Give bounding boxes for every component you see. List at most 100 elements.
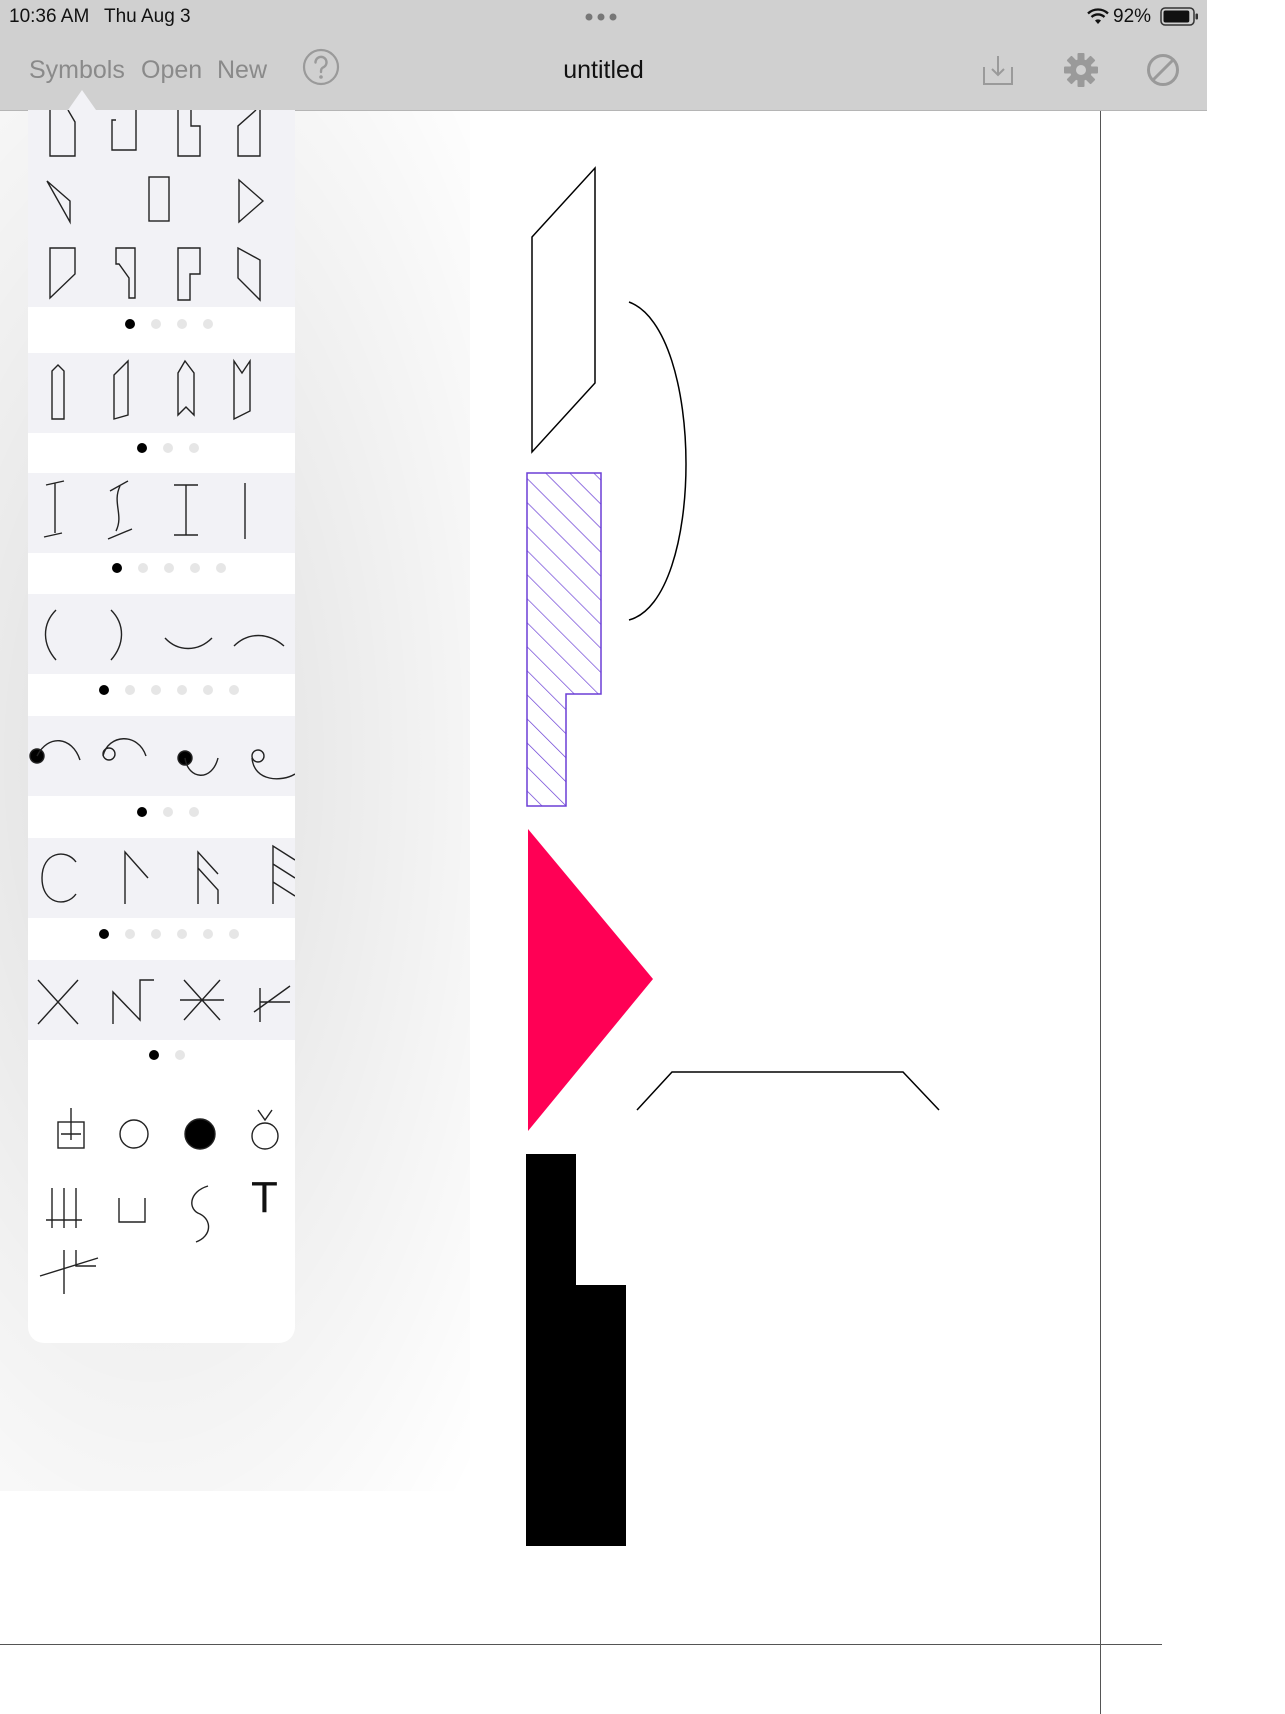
page-dot[interactable] [177, 319, 187, 329]
symbol-beam-i-slanted[interactable] [43, 480, 65, 538]
page-dot[interactable] [164, 563, 174, 573]
symbol-slash-cross[interactable] [253, 985, 291, 1022]
page-dot[interactable] [125, 929, 135, 939]
symbol-asterisk-cross[interactable] [180, 979, 224, 1021]
page-dot[interactable] [203, 685, 213, 695]
symbol-paren-right[interactable] [110, 609, 123, 661]
symbol-group-blocks [28, 110, 295, 307]
symbol-circle-filled[interactable] [184, 1118, 216, 1150]
symbol-ribbon-point[interactable] [177, 359, 195, 417]
symbol-block-notch-left[interactable] [111, 110, 137, 151]
symbol-circle-open[interactable] [119, 1119, 149, 1149]
page-dot[interactable] [177, 685, 187, 695]
symbol-ribbon-fold[interactable] [233, 358, 251, 421]
prohibit-icon[interactable] [1145, 52, 1181, 88]
symbol-arc-frown[interactable] [233, 634, 285, 647]
page-dot[interactable] [151, 685, 161, 695]
symbol-block-notch-bottom-left[interactable] [115, 247, 136, 299]
page-dot[interactable] [203, 929, 213, 939]
page-dot[interactable] [163, 807, 173, 817]
page-indicator-beams[interactable] [112, 563, 232, 575]
symbols-popover: T [28, 110, 295, 1343]
symbol-circle-accent[interactable] [251, 1109, 279, 1150]
symbol-s-curve[interactable] [191, 1185, 210, 1243]
page-dot[interactable] [112, 563, 122, 573]
gear-icon[interactable] [1063, 52, 1099, 88]
symbol-ribbon-slant[interactable] [113, 359, 129, 420]
page-dot[interactable] [125, 685, 135, 695]
download-tray-icon[interactable] [981, 53, 1015, 87]
page-indicator-ribbons[interactable] [137, 443, 217, 455]
symbol-text-tool[interactable]: T [251, 1176, 278, 1220]
page-dot[interactable] [203, 319, 213, 329]
page-indicator-crosses[interactable] [149, 1050, 209, 1062]
page-dot[interactable] [189, 807, 199, 817]
symbol-flag-single[interactable] [124, 850, 149, 904]
shape-arc-bracket[interactable] [628, 301, 687, 621]
page-dot[interactable] [99, 929, 109, 939]
popover-arrow [68, 90, 96, 110]
battery-icon [1160, 7, 1198, 26]
page-dot[interactable] [137, 443, 147, 453]
page-dot[interactable] [99, 685, 109, 695]
symbol-ribbon-straight[interactable] [51, 364, 65, 420]
symbol-hook-dot-down[interactable] [177, 750, 219, 776]
status-date: Thu Aug 3 [104, 6, 191, 27]
shape-filled-step-block[interactable] [526, 1154, 626, 1546]
symbol-beam-i[interactable] [174, 484, 198, 536]
page-indicator-hooks[interactable] [137, 807, 217, 819]
page-dot[interactable] [138, 563, 148, 573]
symbol-block-tall[interactable] [148, 176, 170, 222]
symbol-group-ribbons [28, 353, 295, 433]
symbol-x-cross[interactable] [37, 979, 79, 1025]
symbol-group-flags [28, 838, 295, 918]
page-dot[interactable] [216, 563, 226, 573]
page-dot[interactable] [229, 685, 239, 695]
symbol-triangle-right[interactable] [238, 178, 265, 224]
shape-hat-line[interactable] [636, 1071, 940, 1111]
toolbar: Symbols Open New untitled [0, 34, 1207, 111]
symbol-block-slant-top[interactable] [237, 110, 261, 157]
document-title: untitled [563, 56, 644, 84]
page-dot[interactable] [177, 929, 187, 939]
symbol-block-notch-right[interactable] [177, 110, 201, 157]
app-screen: 10:36 AM Thu Aug 3 92% Symbols Open New … [0, 0, 1285, 1714]
page-indicator-arcs[interactable] [99, 685, 249, 697]
ellipsis-dots-icon[interactable] [584, 12, 618, 22]
symbol-hook-loop-left[interactable] [102, 738, 147, 761]
shape-filled-triangle[interactable] [528, 829, 653, 1131]
page-dot[interactable] [151, 319, 161, 329]
symbol-n-zigzag[interactable] [112, 979, 154, 1024]
symbol-beam-i-curved[interactable] [107, 480, 133, 540]
page-dot[interactable] [175, 1050, 185, 1060]
page-dot[interactable] [189, 443, 199, 453]
page-indicator-blocks[interactable] [125, 319, 245, 331]
page-dot[interactable] [125, 319, 135, 329]
symbol-branch[interactable] [39, 1250, 99, 1294]
page-dot[interactable] [149, 1050, 159, 1060]
page-dot[interactable] [190, 563, 200, 573]
shape-hatched-block[interactable] [526, 472, 602, 807]
symbol-triple-bar[interactable] [46, 1188, 82, 1228]
symbol-group-hooks [28, 716, 295, 796]
symbol-c-curve[interactable] [41, 853, 77, 903]
symbol-block-slant-right[interactable] [237, 246, 261, 302]
symbol-block-slant-bottom[interactable] [49, 247, 76, 300]
symbol-hook-loop-down[interactable] [251, 749, 295, 780]
symbol-block-notch-top-left[interactable] [49, 110, 76, 157]
page-dot[interactable] [137, 807, 147, 817]
symbol-flag-double[interactable] [197, 850, 219, 904]
page-dot[interactable] [229, 929, 239, 939]
symbol-cup[interactable] [118, 1198, 146, 1223]
symbol-box-plus[interactable] [57, 1108, 85, 1149]
symbol-flag-triple[interactable] [272, 844, 295, 904]
page-indicator-flags[interactable] [99, 929, 249, 941]
symbol-arc-smile[interactable] [164, 637, 213, 650]
symbol-hook-dot-left[interactable] [29, 740, 81, 764]
symbol-triangle-left[interactable] [46, 180, 71, 225]
symbol-paren-left[interactable] [44, 609, 57, 661]
page-dot[interactable] [163, 443, 173, 453]
symbol-block-notch-bottom-right[interactable] [177, 247, 201, 301]
page-dot[interactable] [151, 929, 161, 939]
shape-parallelogram[interactable] [531, 166, 596, 454]
